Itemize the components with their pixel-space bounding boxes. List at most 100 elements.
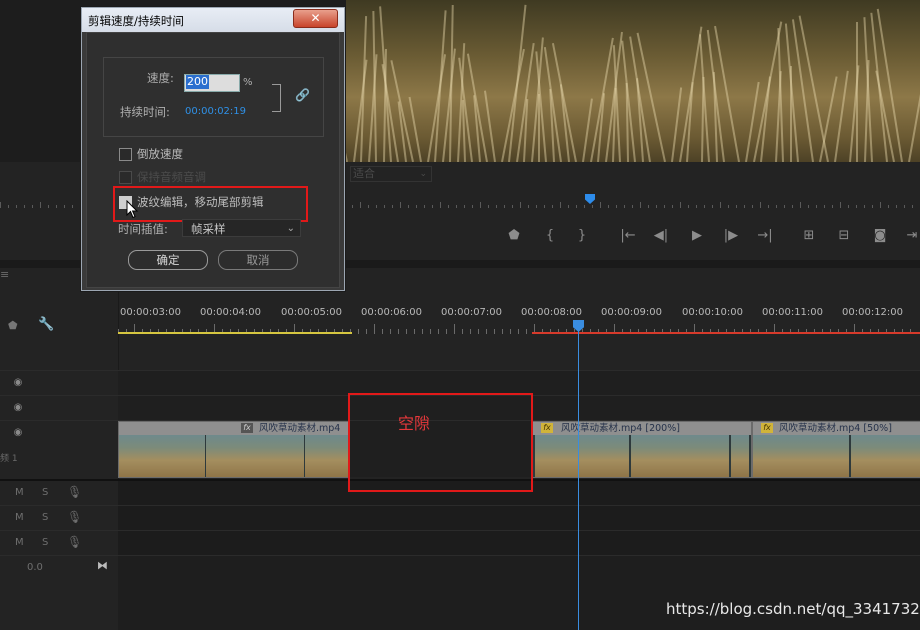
ruler-tick <box>32 205 33 208</box>
video-track-3[interactable] <box>118 371 920 395</box>
gap-label: 空隙 <box>398 414 431 433</box>
audio-track-2[interactable] <box>118 506 920 530</box>
go-to-in-icon[interactable]: |← <box>619 228 637 244</box>
master-volume-value[interactable]: 0.0 <box>27 562 43 573</box>
audio-track-3[interactable] <box>118 531 920 555</box>
speed-value[interactable]: 200 <box>186 75 209 89</box>
duration-value[interactable]: 00:00:02:19 <box>185 106 246 117</box>
ruler-tick <box>368 205 369 208</box>
master-track[interactable] <box>118 556 920 630</box>
clip-3[interactable]: fx 风吹草动素材.mp4 [50%] <box>752 421 920 478</box>
ruler-tick <box>680 202 681 208</box>
ruler-tick <box>864 205 865 208</box>
add-marker-icon[interactable]: ⬟ <box>505 228 523 244</box>
wrench-icon[interactable]: 🔧 <box>38 317 54 332</box>
mute-toggle[interactable]: M <box>15 512 24 523</box>
ruler-tick <box>544 205 545 208</box>
mute-toggle[interactable]: M <box>15 537 24 548</box>
ruler-tick <box>552 205 553 208</box>
eye-icon[interactable]: ◉ <box>11 378 25 388</box>
link-icon[interactable]: 🔗 <box>295 88 310 102</box>
step-back-icon[interactable]: ◀| <box>652 228 670 244</box>
grass-stalk <box>551 43 577 162</box>
ruler-tick <box>430 329 431 334</box>
ruler-tick <box>688 205 689 208</box>
speed-duration-group <box>103 57 324 137</box>
clip-thumbnail <box>753 435 849 477</box>
ruler-tick <box>24 205 25 208</box>
ruler-tick <box>518 329 519 334</box>
lift-icon[interactable]: ⊞ <box>800 228 818 244</box>
mark-out-icon[interactable]: } <box>573 228 591 244</box>
solo-toggle[interactable]: S <box>42 512 48 523</box>
mark-in-icon[interactable]: { <box>541 228 559 244</box>
dialog-titlebar[interactable]: 剪辑速度/持续时间 ✕ <box>82 8 344 32</box>
microphone-icon[interactable]: 🎙 <box>67 485 82 499</box>
watermark: https://blog.csdn.net/qq_33417321 <box>666 600 920 618</box>
ruler-tick <box>374 324 375 334</box>
track-divider <box>0 370 920 371</box>
track-divider <box>0 530 920 531</box>
solo-toggle[interactable]: S <box>42 487 48 498</box>
clip-2[interactable]: fx 风吹草动素材.mp4 [200%] <box>532 421 752 478</box>
ruler-tick <box>728 205 729 208</box>
button-editor-icon[interactable]: ⇥ <box>903 228 920 244</box>
ruler-tick <box>478 329 479 334</box>
ruler-tick <box>472 205 473 208</box>
ruler-tick <box>422 329 423 334</box>
duration-label: 持续时间: <box>120 105 170 119</box>
clip-1[interactable]: fx 风吹草动素材.mp4 <box>118 421 350 478</box>
eye-icon[interactable]: ◉ <box>11 403 25 413</box>
ruler-tick <box>576 205 577 208</box>
mute-toggle[interactable]: M <box>15 487 24 498</box>
ruler-tick <box>872 205 873 208</box>
ruler-tick <box>664 205 665 208</box>
gap-highlight-box <box>348 393 533 492</box>
ruler-tick <box>400 202 401 208</box>
extract-icon[interactable]: ⊟ <box>835 228 853 244</box>
ruler-tick <box>56 205 57 208</box>
ok-button[interactable]: 确定 <box>128 250 208 270</box>
export-frame-icon[interactable]: ◙ <box>871 228 889 244</box>
eye-icon[interactable]: ◉ <box>11 428 25 438</box>
ruler-tick <box>446 329 447 334</box>
solo-toggle[interactable]: S <box>42 537 48 548</box>
ruler-tick <box>408 205 409 208</box>
ruler-tick <box>48 205 49 208</box>
ruler-tick <box>526 329 527 334</box>
ruler-tick <box>470 329 471 334</box>
ruler-tick <box>560 202 561 208</box>
maintain-pitch-checkbox[interactable] <box>119 171 132 184</box>
cancel-button[interactable]: 取消 <box>218 250 298 270</box>
ruler-tick <box>696 205 697 208</box>
snap-marker-icon[interactable]: ⬟ <box>8 319 18 332</box>
ruler-tick <box>800 202 801 208</box>
play-icon[interactable]: ▶ <box>688 228 706 244</box>
fit-select[interactable]: 适合 ⌄ <box>350 166 432 182</box>
reverse-speed-checkbox[interactable] <box>119 148 132 161</box>
ruler-tick <box>16 205 17 208</box>
timecode-label: 00:00:12:00 <box>842 307 904 318</box>
ruler-tick <box>808 205 809 208</box>
microphone-icon[interactable]: 🎙 <box>67 535 82 549</box>
panel-menu-icon[interactable]: ≡ <box>0 268 10 282</box>
go-to-end-icon[interactable]: ⧓ <box>97 559 108 572</box>
ruler-tick <box>520 202 521 208</box>
speed-unit: % <box>243 77 253 88</box>
track-divider <box>0 555 920 556</box>
time-interpolation-select[interactable]: 帧采样 ⌄ <box>182 219 301 237</box>
ruler-tick <box>512 205 513 208</box>
ruler-tick <box>592 205 593 208</box>
ruler-tick <box>672 205 673 208</box>
ruler-tick <box>486 329 487 334</box>
dialog-title: 剪辑速度/持续时间 <box>88 14 184 28</box>
step-forward-icon[interactable]: |▶ <box>722 228 740 244</box>
ruler-tick <box>406 329 407 334</box>
microphone-icon[interactable]: 🎙 <box>67 510 82 524</box>
ruler-tick <box>64 205 65 208</box>
ruler-tick <box>648 205 649 208</box>
close-button[interactable]: ✕ <box>293 9 338 28</box>
ruler-tick <box>432 205 433 208</box>
go-to-out-icon[interactable]: →| <box>756 228 774 244</box>
clip-thumbnail <box>631 435 729 477</box>
